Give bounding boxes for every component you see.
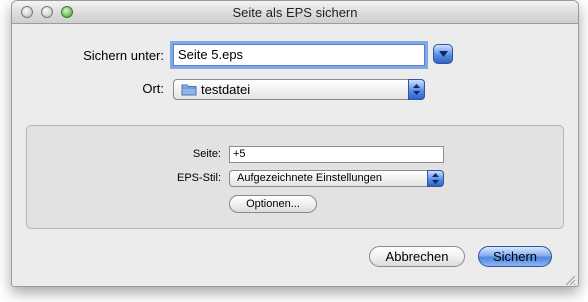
page-label: Seite: xyxy=(192,148,221,160)
title-bar: Seite als EPS sichern xyxy=(12,1,578,24)
eps-style-label: EPS-Stil: xyxy=(176,172,221,184)
save-as-filename-input[interactable]: Seite 5.eps xyxy=(173,44,425,66)
window-title: Seite als EPS sichern xyxy=(232,5,358,20)
resize-grip[interactable] xyxy=(565,273,576,286)
eps-style-popup[interactable]: Aufgezeichnete Einstellungen xyxy=(229,170,444,187)
page-input[interactable]: +5 xyxy=(229,146,444,163)
location-popup[interactable]: testdatei xyxy=(173,79,425,100)
chevron-down-icon xyxy=(439,51,448,57)
save-eps-dialog: Seite als EPS sichern Sichern unter: Sei… xyxy=(11,0,579,287)
popup-arrows-icon xyxy=(408,79,425,100)
location-value: testdatei xyxy=(201,82,251,97)
eps-options-panel: Seite: +5 EPS-Stil: Aufgezeichnete Einst… xyxy=(26,125,564,229)
eps-style-value: Aufgezeichnete Einstellungen xyxy=(237,172,382,184)
location-label: Ort: xyxy=(142,81,164,96)
save-button[interactable]: Sichern xyxy=(478,246,552,267)
folder-icon xyxy=(181,83,197,101)
expand-browser-button[interactable] xyxy=(433,44,453,64)
popup-arrows-icon xyxy=(427,170,444,187)
save-as-label: Sichern unter: xyxy=(83,48,164,63)
options-button[interactable]: Optionen... xyxy=(229,195,317,213)
cancel-button[interactable]: Abbrechen xyxy=(369,246,465,267)
